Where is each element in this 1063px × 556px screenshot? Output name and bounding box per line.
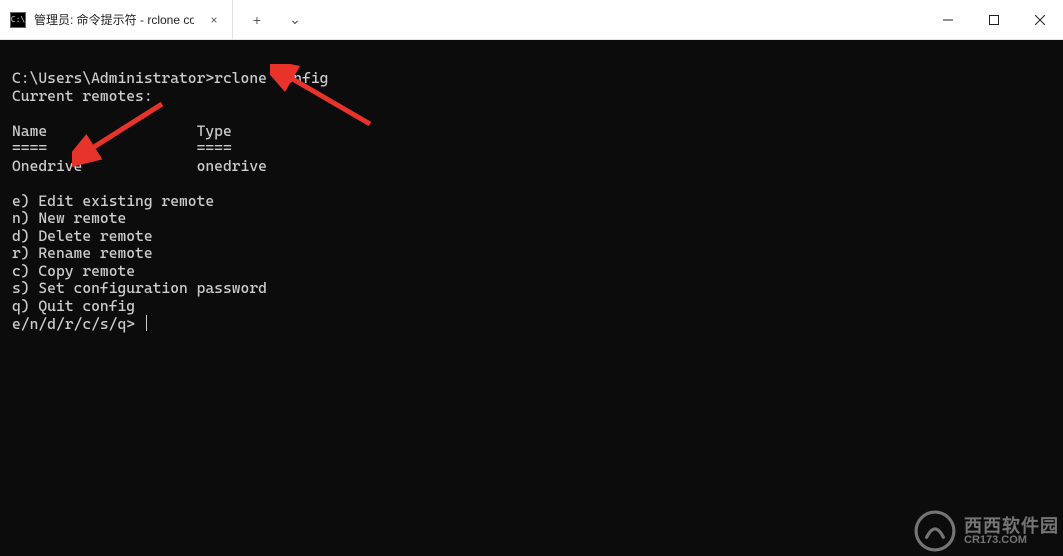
minimize-icon: [943, 15, 953, 25]
column-header-type: Type: [197, 122, 232, 140]
maximize-icon: [989, 15, 999, 25]
watermark-text-url: CR173.COM: [964, 535, 1059, 546]
text-cursor: [146, 315, 147, 331]
menu-item: e) Edit existing remote: [12, 192, 214, 210]
titlebar: C:\ 管理员: 命令提示符 - rclone con × + ⌄: [0, 0, 1063, 40]
terminal-tab[interactable]: C:\ 管理员: 命令提示符 - rclone con ×: [0, 0, 233, 39]
prompt-text: C:\Users\Administrator>: [12, 69, 214, 87]
remote-type: onedrive: [197, 157, 267, 175]
menu-item: d) Delete remote: [12, 227, 153, 245]
tab-title: 管理员: 命令提示符 - rclone con: [34, 11, 194, 28]
menu-item: s) Set configuration password: [12, 279, 267, 297]
terminal-body[interactable]: C:\Users\Administrator>rclone config Cur…: [0, 40, 1063, 556]
watermark: 西西软件园 CR173.COM: [914, 510, 1059, 552]
remote-name: Onedrive: [12, 157, 82, 175]
watermark-logo-icon: [914, 510, 956, 552]
watermark-text-cn: 西西软件园: [964, 517, 1059, 535]
current-remotes-label: Current remotes:: [12, 87, 153, 105]
input-prompt: e/n/d/r/c/s/q>: [12, 315, 135, 333]
new-tab-button[interactable]: +: [239, 0, 275, 39]
menu-item: c) Copy remote: [12, 262, 135, 280]
cmd-icon: C:\: [10, 12, 26, 28]
command-text: rclone config: [214, 69, 328, 87]
window-controls: [925, 0, 1063, 39]
tab-dropdown-button[interactable]: ⌄: [277, 0, 313, 39]
column-header-name: Name: [12, 122, 47, 140]
menu-item: q) Quit config: [12, 297, 135, 315]
close-icon: [1035, 15, 1045, 25]
tab-actions: + ⌄: [233, 0, 313, 39]
maximize-button[interactable]: [971, 0, 1017, 39]
minimize-button[interactable]: [925, 0, 971, 39]
column-underline-name: ====: [12, 139, 47, 157]
close-tab-button[interactable]: ×: [206, 12, 222, 28]
menu-item: r) Rename remote: [12, 244, 153, 262]
column-underline-type: ====: [197, 139, 232, 157]
menu-item: n) New remote: [12, 209, 126, 227]
close-window-button[interactable]: [1017, 0, 1063, 39]
